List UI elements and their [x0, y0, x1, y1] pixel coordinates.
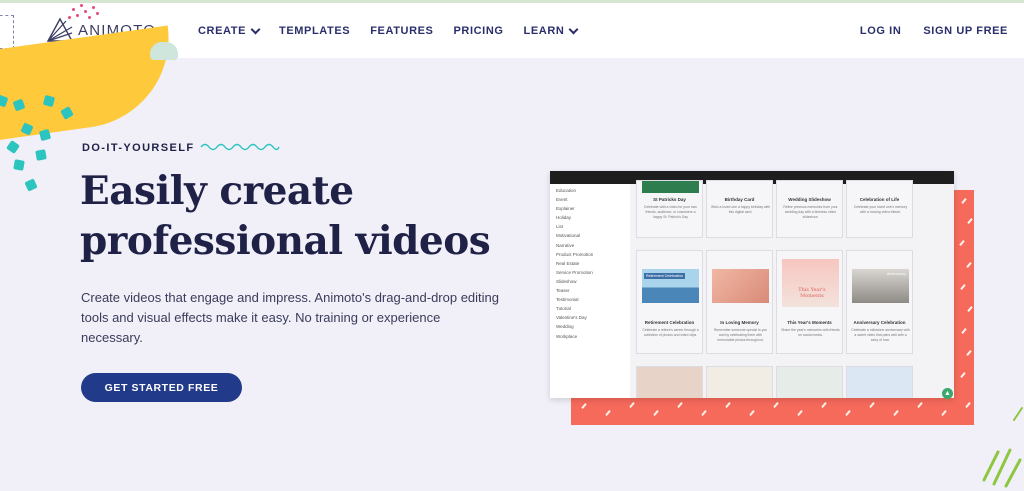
nav-pricing-label: PRICING [453, 25, 504, 37]
card-description: Celebrate a retiree's career through a c… [642, 328, 699, 337]
category-item: List [556, 224, 564, 230]
card-title: Birthday Card [724, 197, 755, 202]
green-brush-decoration [982, 407, 1023, 488]
card-thumbnail: This Year's Moments [782, 259, 839, 307]
nav-features-label: FEATURES [370, 25, 434, 37]
template-card [776, 366, 843, 398]
nav-features[interactable]: FEATURES [370, 25, 433, 37]
nav-pricing[interactable]: PRICING [453, 25, 503, 37]
nav-learn[interactable]: LEARN [523, 24, 579, 37]
template-card [846, 366, 913, 398]
get-started-button[interactable]: GET STARTED FREE [81, 373, 242, 402]
thumbnail-caption: Anniversary [887, 272, 906, 276]
category-item: Real Estate [556, 260, 580, 266]
chevron-down-icon [250, 24, 261, 34]
template-card: Birthday Card Wish a loved one a happy b… [706, 180, 773, 238]
help-chat-icon[interactable]: ▲ [942, 388, 953, 399]
mockup-category-list: Education Event Explainer Holiday List M… [550, 184, 628, 341]
dashed-frame-decoration [0, 15, 14, 49]
app-screenshot-mockup: Education Event Explainer Holiday List M… [550, 171, 954, 398]
mint-blob-decoration [150, 42, 178, 60]
chevron-down-icon [568, 24, 579, 34]
card-thumbnail: Retirement Celebration [642, 269, 699, 303]
squiggle-decoration [200, 143, 280, 151]
card-title: Retirement Celebration [644, 320, 695, 325]
category-item: Teaser [556, 288, 570, 294]
card-title: Wedding Slideshow [788, 197, 831, 202]
category-item: Tutorial [556, 306, 571, 312]
card-description: Remember someone special to you and by c… [713, 328, 768, 342]
pink-dots-decoration [66, 2, 106, 24]
category-item: Workplace [556, 333, 578, 339]
category-item: Testimonial [556, 297, 579, 303]
template-card: Anniversary Anniversary Celebration Cele… [846, 250, 913, 354]
template-card: St Patricks Day Celebrate with a video f… [636, 180, 703, 238]
card-title: This Year's Moments [787, 320, 832, 325]
category-item: Product Promotion [556, 251, 594, 257]
category-item: Education [556, 188, 577, 193]
nav-templates-label: TEMPLATES [279, 25, 351, 37]
card-description: Wish a loved one a happy birthday with t… [711, 205, 770, 214]
mockup-template-grid: St Patricks Day Celebrate with a video f… [630, 180, 954, 398]
headline-line-1: Easily create [80, 168, 354, 214]
template-card [636, 366, 703, 398]
category-item: Explainer [556, 206, 575, 212]
signup-link[interactable]: SIGN UP FREE [923, 25, 1008, 37]
headline-line-2: professional videos [80, 218, 491, 264]
card-description: Celebrate with a video for your own frie… [643, 205, 698, 219]
template-card: Retirement Celebration Retirement Celebr… [636, 250, 703, 354]
card-title: Celebration of Life [859, 197, 900, 202]
card-description: Relive precious memories from your weddi… [783, 205, 838, 219]
login-link[interactable]: LOG IN [860, 25, 902, 37]
nav-create[interactable]: CREATE [198, 24, 261, 37]
main-nav: CREATE TEMPLATES FEATURES PRICING LEARN [198, 24, 579, 37]
template-card [706, 366, 773, 398]
category-item: Valentine's Day [556, 315, 587, 321]
category-item: Slideshow [556, 278, 577, 284]
nav-learn-label: LEARN [523, 25, 565, 37]
card-title: St Patricks Day [653, 197, 686, 202]
category-item: Narrative [556, 242, 575, 248]
hero-description: Create videos that engage and impress. A… [81, 290, 500, 345]
nav-templates[interactable]: TEMPLATES [279, 25, 350, 37]
card-thumbnail: Anniversary [852, 269, 909, 303]
nav-create-label: CREATE [198, 25, 247, 37]
account-nav: LOG IN SIGN UP FREE [860, 25, 1008, 37]
category-item: Service Promotion [556, 269, 593, 275]
template-card: This Year's Moments This Year's Moments … [776, 250, 843, 354]
card-description: Celebrate a milestone anniversary with a… [851, 328, 910, 342]
card-description: Celebrate your loved one's memory with a… [853, 205, 908, 214]
category-item: Motivational [556, 233, 581, 239]
thumbnail-caption: Retirement Celebration [644, 273, 685, 279]
card-title: In Loving Memory [720, 320, 759, 325]
card-description: Share the year's memories with friends o… [781, 328, 840, 337]
template-card: Celebration of Life Celebrate your loved… [846, 180, 913, 238]
category-item: Holiday [556, 215, 572, 221]
template-card: In Loving Memory Remember someone specia… [706, 250, 773, 354]
thumbnail-caption: This Year's Moments [798, 287, 826, 299]
card-title: Anniversary Celebration [853, 320, 906, 325]
hero-headline: Easily create professional videos [80, 166, 550, 266]
category-item: Event [556, 197, 568, 203]
hero-eyebrow: DO-IT-YOURSELF [82, 142, 195, 154]
category-item: Wedding [556, 324, 574, 330]
card-thumbnail [642, 181, 699, 193]
card-thumbnail [712, 269, 769, 303]
template-card: Wedding Slideshow Relive precious memori… [776, 180, 843, 238]
